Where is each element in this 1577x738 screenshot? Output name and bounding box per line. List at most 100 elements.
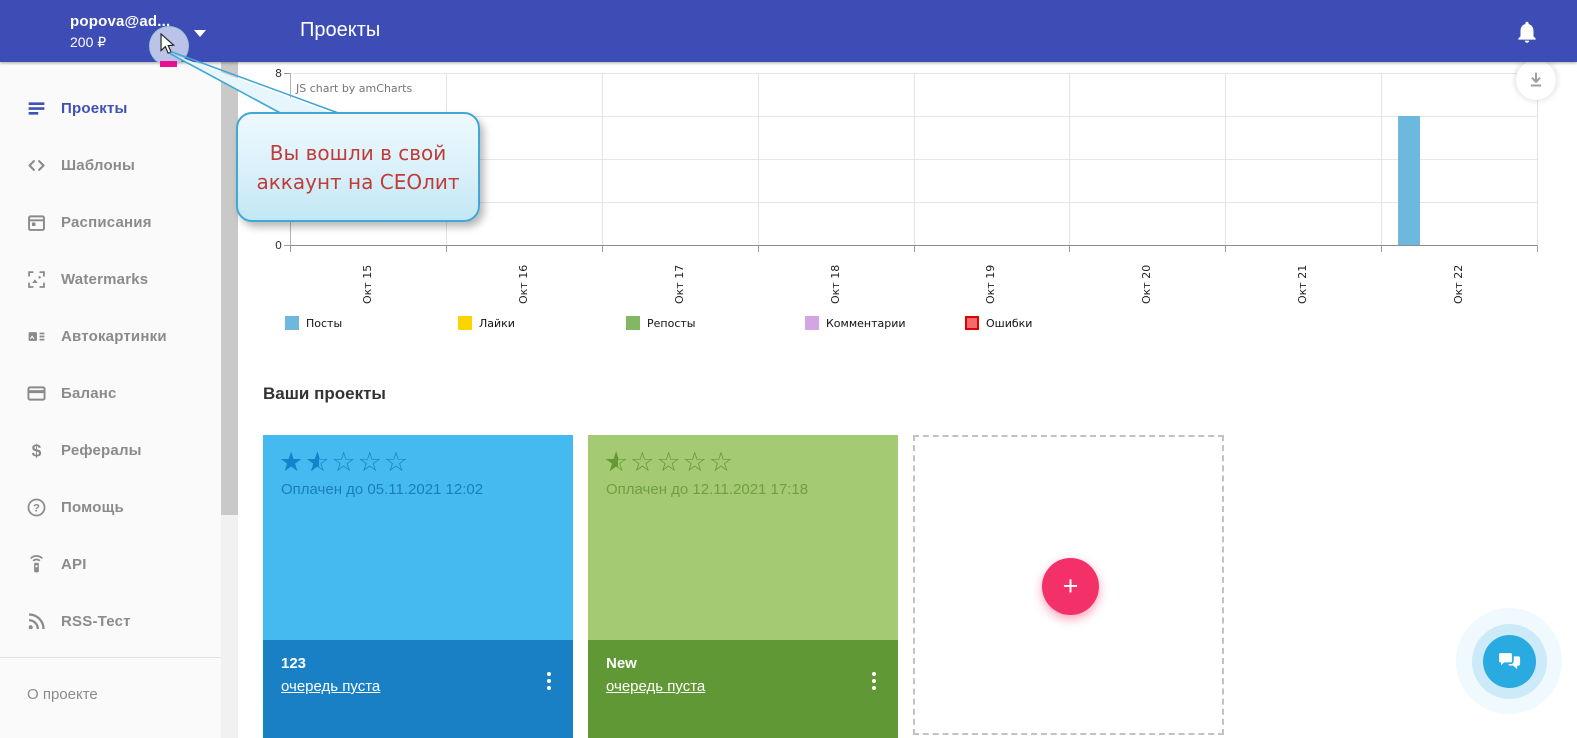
star-icon: ☆: [709, 447, 735, 479]
remote-icon: [25, 554, 47, 576]
gridline: [1381, 73, 1382, 245]
project-menu-button[interactable]: [543, 666, 555, 696]
x-axis-label: Окт 17: [673, 254, 686, 304]
project-queue-link[interactable]: очередь пуста: [606, 678, 705, 695]
legend-swatch: [458, 316, 472, 330]
legend-label: Комментарии: [826, 317, 906, 330]
dollar-icon: $: [25, 440, 47, 462]
avatar[interactable]: [17, 9, 59, 51]
legend-item-Ошибки[interactable]: Ошибки: [965, 316, 1032, 330]
sidebar-item-referrals[interactable]: $ Рефералы: [0, 422, 221, 479]
add-project-card[interactable]: +: [913, 435, 1224, 735]
sidebar-item-label: Watermarks: [61, 271, 148, 288]
x-axis-label: Окт 16: [517, 254, 530, 304]
sidebar-item-balance[interactable]: Баланс: [0, 365, 221, 422]
app-bar: popova@ad... 200 ₽ Проекты: [0, 0, 1577, 62]
sidebar-item-templates[interactable]: Шаблоны: [0, 137, 221, 194]
sidebar-item-label: RSS-Тест: [61, 613, 131, 630]
y-axis-label: 0: [262, 239, 282, 252]
x-axis-label: Окт 22: [1452, 254, 1465, 304]
chevron-down-icon[interactable]: [194, 30, 206, 37]
project-card-footer: 123 очередь пуста: [263, 640, 573, 738]
sidebar-item-projects[interactable]: Проекты: [0, 80, 221, 137]
axis-tick: [284, 245, 290, 246]
project-rating-stars[interactable]: ☆★☆☆☆☆: [604, 447, 735, 479]
star-icon: ☆: [630, 447, 656, 479]
legend-label: Лайки: [479, 317, 515, 330]
sidebar-divider: [0, 657, 221, 658]
calendar-icon: [25, 212, 47, 234]
notifications-button[interactable]: [1514, 19, 1540, 45]
sidebar-menu: Проекты ШаблоныРасписания Watermarks Автока…: [0, 62, 221, 650]
download-icon: [1525, 69, 1547, 91]
legend-item-Лайки[interactable]: Лайки: [458, 316, 515, 330]
project-paid-until: Оплачен до 12.11.2021 17:18: [606, 481, 808, 498]
chart-download-button[interactable]: [1516, 60, 1556, 100]
star-icon: ☆: [683, 447, 709, 479]
axis-tick: [1069, 245, 1070, 252]
sidebar: Проекты ШаблоныРасписания Watermarks Автока…: [0, 62, 221, 738]
y-axis-label: 8: [262, 67, 282, 80]
legend-swatch: [626, 316, 640, 330]
axis-tick: [446, 245, 447, 252]
sidebar-item-watermarks[interactable]: Watermarks: [0, 251, 221, 308]
highlight-marker: [160, 61, 177, 67]
star-icon: ☆★: [305, 447, 331, 479]
x-axis-label: Окт 18: [829, 254, 842, 304]
add-project-button[interactable]: +: [1042, 558, 1099, 615]
legend-label: Посты: [306, 317, 342, 330]
axis-tick: [758, 245, 759, 252]
chat-widget-ring: [1472, 624, 1547, 699]
sidebar-item-help[interactable]: ?Помощь: [0, 479, 221, 536]
app-window: 0 8 Окт 15 Окт 16 Окт 17 Окт 18 Окт 19 Окт 20 Ок…: [0, 0, 1577, 738]
x-axis-label: Окт 15: [361, 254, 374, 304]
gridline: [758, 73, 759, 245]
project-menu-button[interactable]: [868, 666, 880, 696]
x-axis-label: Окт 20: [1140, 254, 1153, 304]
page-title: Проекты: [300, 19, 380, 42]
axis-tick: [1225, 245, 1226, 252]
star-icon: ☆: [331, 447, 357, 479]
svg-text:?: ?: [33, 503, 40, 515]
legend-item-Репосты[interactable]: Репосты: [626, 316, 695, 330]
project-rating-stars[interactable]: ★☆★☆☆☆: [279, 447, 410, 479]
help-circle-icon: ?: [25, 497, 47, 519]
sidebar-item-autoimages[interactable]: Автокартинки: [0, 308, 221, 365]
star-icon: ☆: [656, 447, 682, 479]
user-email: popova@ad...: [70, 13, 170, 30]
sidebar-item-label: Проекты: [61, 100, 128, 117]
projects-heading: Ваши проекты: [263, 384, 386, 404]
code-icon: [25, 155, 47, 177]
sidebar-item-api[interactable]: API: [0, 536, 221, 593]
chat-icon: [1495, 647, 1523, 675]
legend-swatch: [285, 316, 299, 330]
project-card: ☆★☆☆☆☆ Оплачен до 12.11.2021 17:18 New о…: [588, 435, 898, 738]
chat-widget-button[interactable]: [1456, 608, 1562, 714]
project-queue-link[interactable]: очередь пуста: [281, 678, 380, 695]
login-tooltip: Вы вошли в свой аккаунт на СЕОлит: [236, 112, 480, 222]
sidebar-item-schedules[interactable]: Расписания: [0, 194, 221, 251]
axis-tick: [602, 245, 603, 252]
project-paid-until: Оплачен до 05.11.2021 12:02: [281, 481, 483, 498]
project-title: 123: [281, 655, 306, 672]
axis-tick: [290, 245, 291, 252]
sidebar-item-about[interactable]: О проекте: [27, 686, 98, 703]
login-tooltip-text: Вы вошли в свой аккаунт на СЕОлит: [238, 139, 478, 197]
legend-item-Комментарии[interactable]: Комментарии: [805, 316, 906, 330]
frame-image-icon: [25, 269, 47, 291]
legend-item-Посты[interactable]: Посты: [285, 316, 342, 330]
sidebar-item-label: API: [61, 556, 87, 573]
chart-bar-Посты[interactable]: [1398, 116, 1420, 245]
star-icon: ★: [279, 447, 305, 479]
star-icon: ☆★: [604, 447, 630, 479]
rss-icon: [25, 611, 47, 633]
x-axis: [290, 245, 1537, 246]
x-axis-label: Окт 19: [984, 254, 997, 304]
legend-label: Репосты: [647, 317, 695, 330]
sidebar-item-label: Рефералы: [61, 442, 142, 459]
list-icon: [25, 98, 47, 120]
project-card-footer: New очередь пуста: [588, 640, 898, 738]
sidebar-item-rss-test[interactable]: RSS-Тест: [0, 593, 221, 650]
amcharts-brand-link[interactable]: JS chart by amCharts: [296, 82, 412, 95]
legend-swatch: [805, 316, 819, 330]
